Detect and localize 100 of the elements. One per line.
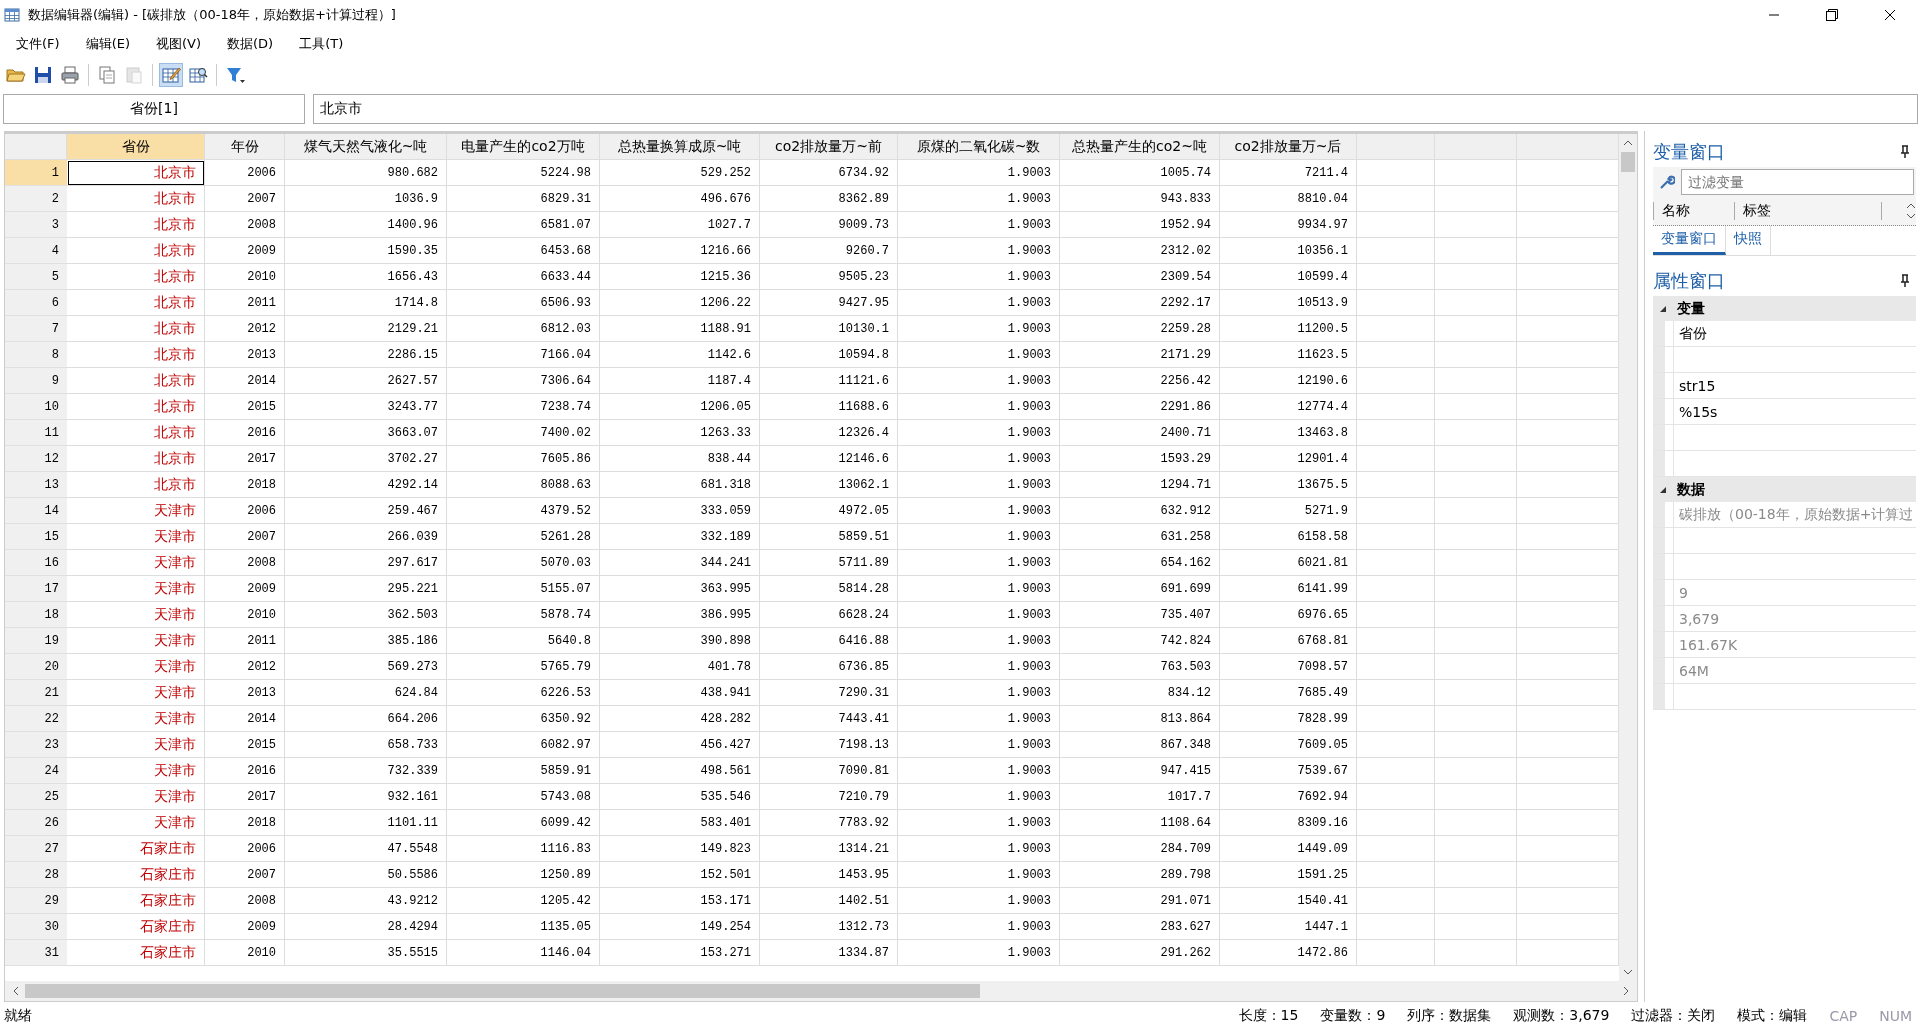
row-number[interactable]: 6: [5, 290, 67, 316]
table-cell: 天津市: [67, 810, 205, 836]
row-number[interactable]: 20: [5, 654, 67, 680]
table-cell: 1.9003: [898, 888, 1060, 914]
section-header[interactable]: 变量: [1653, 296, 1916, 321]
table-cell: 943.833: [1060, 186, 1220, 212]
scrollbar-thumb[interactable]: [25, 984, 981, 998]
table-cell: 1.9003: [898, 290, 1060, 316]
table-cell: 天津市: [67, 784, 205, 810]
row-number[interactable]: 19: [5, 628, 67, 654]
row-number[interactable]: 21: [5, 680, 67, 706]
print-button[interactable]: [58, 63, 82, 87]
menu-item[interactable]: 视图(V): [146, 32, 212, 56]
row-number[interactable]: 23: [5, 732, 67, 758]
wrench-icon[interactable]: [1659, 174, 1675, 190]
row-number[interactable]: 13: [5, 472, 67, 498]
table-cell: 北京市: [67, 420, 205, 446]
variable-name-field[interactable]: 省份[1]: [3, 94, 305, 124]
table-cell: 7443.41: [760, 706, 898, 732]
column-header[interactable]: 电量产生的co2万吨: [447, 134, 600, 160]
pin-icon[interactable]: [1900, 274, 1910, 288]
table-cell: 7783.92: [760, 810, 898, 836]
section-header[interactable]: 数据: [1653, 477, 1916, 502]
row-number[interactable]: 12: [5, 446, 67, 472]
row-number[interactable]: 11: [5, 420, 67, 446]
row-number[interactable]: 16: [5, 550, 67, 576]
column-header[interactable]: 总热量产生的co2~吨: [1060, 134, 1220, 160]
pin-icon[interactable]: [1900, 145, 1910, 159]
table-cell: 11121.6: [760, 368, 898, 394]
column-header[interactable]: 总热量换算成原~吨: [600, 134, 760, 160]
row-number[interactable]: 5: [5, 264, 67, 290]
table-cell: 5859.91: [447, 758, 600, 784]
property-row[interactable]: 省份: [1653, 321, 1916, 347]
column-header[interactable]: 标签: [1734, 202, 1882, 220]
table-cell: 6021.81: [1220, 550, 1357, 576]
table-cell: 9260.7: [760, 238, 898, 264]
row-number[interactable]: 1: [5, 160, 67, 186]
filter-field[interactable]: 过滤变量: [1681, 169, 1914, 195]
panel-tab[interactable]: 变量窗口: [1653, 226, 1726, 255]
table-cell: 10599.4: [1220, 264, 1357, 290]
row-number[interactable]: 17: [5, 576, 67, 602]
table-cell: 2312.02: [1060, 238, 1220, 264]
collapse-icon[interactable]: [1659, 485, 1667, 494]
row-number[interactable]: 10: [5, 394, 67, 420]
row-number[interactable]: 2: [5, 186, 67, 212]
table-cell: 天津市: [67, 498, 205, 524]
table-cell: 1215.36: [600, 264, 760, 290]
row-number[interactable]: 30: [5, 914, 67, 940]
table-cell: 5070.03: [447, 550, 600, 576]
status-text: 就绪: [4, 1007, 32, 1025]
row-number[interactable]: 15: [5, 524, 67, 550]
row-number[interactable]: 24: [5, 758, 67, 784]
edit-mode-button[interactable]: [159, 63, 183, 87]
table-cell: 6226.53: [447, 680, 600, 706]
table-cell: 2011: [205, 628, 285, 654]
column-header[interactable]: co2排放量万~后: [1220, 134, 1357, 160]
collapse-icon[interactable]: [1659, 304, 1667, 313]
table-cell: 35.5515: [285, 940, 447, 966]
table-cell: 947.415: [1060, 758, 1220, 784]
row-number[interactable]: 31: [5, 940, 67, 966]
row-number[interactable]: 9: [5, 368, 67, 394]
row-number[interactable]: 4: [5, 238, 67, 264]
row-number[interactable]: 28: [5, 862, 67, 888]
row-number[interactable]: 27: [5, 836, 67, 862]
column-header[interactable]: 原煤的二氧化碳~数: [898, 134, 1060, 160]
column-header[interactable]: 名称: [1653, 202, 1734, 220]
row-number[interactable]: 14: [5, 498, 67, 524]
property-row[interactable]: str15: [1653, 373, 1916, 399]
property-row[interactable]: %15s: [1653, 399, 1916, 425]
menu-item[interactable]: 工具(T): [289, 32, 354, 56]
menu-item[interactable]: 文件(F): [6, 32, 70, 56]
scrollbar-thumb[interactable]: [1621, 152, 1635, 172]
row-number[interactable]: 29: [5, 888, 67, 914]
table-cell: 北京市: [67, 342, 205, 368]
table-cell: 北京市: [67, 212, 205, 238]
column-header[interactable]: co2排放量万~前: [760, 134, 898, 160]
scroll-right-icon[interactable]: [1621, 986, 1631, 996]
row-number[interactable]: 8: [5, 342, 67, 368]
table-cell: 天津市: [67, 732, 205, 758]
column-header[interactable]: 省份: [67, 134, 205, 160]
scroll-left-icon[interactable]: [11, 986, 21, 996]
scroll-up-icon[interactable]: [1623, 138, 1633, 148]
table-cell: 10513.9: [1220, 290, 1357, 316]
row-number[interactable]: 22: [5, 706, 67, 732]
panel-tab[interactable]: 快照: [1726, 226, 1771, 255]
scroll-down-icon[interactable]: [1623, 967, 1633, 977]
row-number[interactable]: 7: [5, 316, 67, 342]
menu-item[interactable]: 编辑(E): [75, 32, 140, 56]
cell-value-field[interactable]: 北京市: [313, 94, 1918, 124]
row-number[interactable]: 18: [5, 602, 67, 628]
scroll-arrows-icon[interactable]: [1906, 201, 1916, 221]
row-number[interactable]: 3: [5, 212, 67, 238]
column-header[interactable]: 煤气天然气液化~吨: [285, 134, 447, 160]
table-cell: 1027.7: [600, 212, 760, 238]
column-header[interactable]: 年份: [205, 134, 285, 160]
menu-item[interactable]: 数据(D): [217, 32, 284, 56]
restore-icon[interactable]: [1826, 9, 1838, 21]
row-number[interactable]: 25: [5, 784, 67, 810]
row-number[interactable]: 26: [5, 810, 67, 836]
close-icon[interactable]: [1884, 9, 1896, 21]
